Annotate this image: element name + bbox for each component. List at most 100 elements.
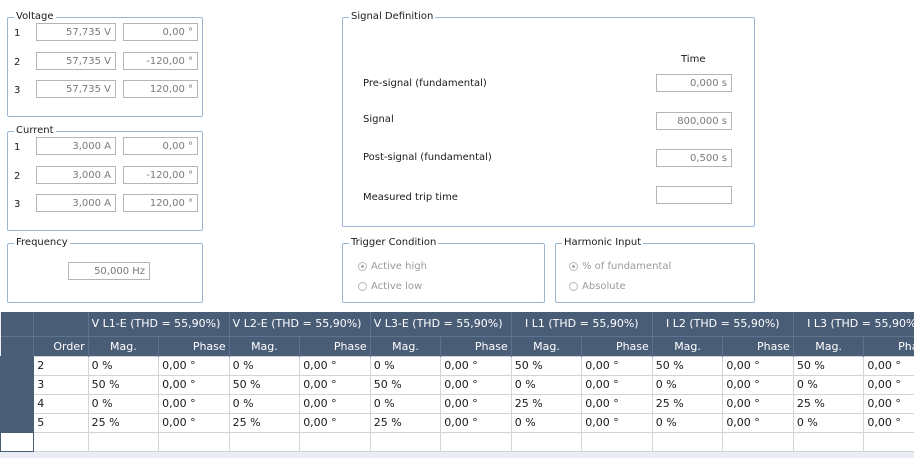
phase-column-header[interactable]: Phase [158, 335, 230, 356]
magnitude-cell[interactable]: 0 % [651, 412, 724, 433]
phase-cell[interactable]: 0,00 ° [299, 374, 371, 395]
magnitude-cell[interactable]: 0 % [228, 393, 301, 414]
row-selector[interactable] [0, 412, 35, 433]
mag-column-header[interactable]: Mag. [370, 335, 442, 356]
magnitude-cell[interactable]: 0 % [651, 374, 724, 395]
pre-signal-time-field[interactable]: 0,000 s [656, 74, 732, 92]
magnitude-cell[interactable]: 25 % [510, 393, 583, 414]
phase-column-header[interactable]: Phase [722, 335, 794, 356]
current-1-magnitude-field[interactable]: 3,000 A [36, 137, 116, 155]
magnitude-cell[interactable]: 50 % [228, 374, 301, 395]
order-cell[interactable]: 5 [33, 412, 89, 433]
new-row-selector[interactable]: ▶ [0, 431, 35, 452]
post-signal-time-field[interactable]: 0,500 s [656, 149, 732, 167]
frequency-field[interactable]: 50,000 Hz [68, 262, 150, 280]
phase-cell[interactable]: 0,00 ° [440, 374, 512, 395]
magnitude-cell[interactable]: 0 % [369, 393, 442, 414]
magnitude-cell[interactable]: 25 % [87, 412, 160, 433]
table-row[interactable]: 3 50 % 0,00 ° 50 % 0,00 ° 50 % 0,00 ° 0 % 0,00 °… [0, 374, 914, 395]
mag-column-header[interactable]: Mag. [229, 335, 301, 356]
order-column-header[interactable]: Order [33, 335, 89, 356]
phase-cell[interactable]: 0,00 ° [863, 393, 914, 414]
mag-column-header[interactable]: Mag. [652, 335, 724, 356]
empty-cell[interactable] [863, 431, 914, 452]
row-selector[interactable] [0, 393, 35, 414]
phase-cell[interactable]: 0,00 ° [722, 374, 794, 395]
phase-cell[interactable]: 0,00 ° [158, 374, 230, 395]
magnitude-cell[interactable]: 25 % [651, 393, 724, 414]
phase-cell[interactable]: 0,00 ° [863, 412, 914, 433]
empty-cell[interactable] [792, 431, 865, 452]
magnitude-cell[interactable]: 0 % [792, 374, 865, 395]
empty-cell[interactable] [722, 431, 794, 452]
measured-trip-time-field[interactable] [656, 186, 732, 204]
phase-cell[interactable]: 0,00 ° [863, 355, 914, 376]
phase-cell[interactable]: 0,00 ° [722, 412, 794, 433]
magnitude-cell[interactable]: 0 % [510, 412, 583, 433]
voltage-2-magnitude-field[interactable]: 57,735 V [36, 52, 116, 70]
empty-cell[interactable] [299, 431, 371, 452]
new-row[interactable]: ▶ [0, 431, 914, 452]
current-2-magnitude-field[interactable]: 3,000 A [36, 166, 116, 184]
table-row[interactable]: 5 25 % 0,00 ° 25 % 0,00 ° 25 % 0,00 ° 0 % 0,00 °… [0, 412, 914, 433]
empty-cell[interactable] [369, 431, 442, 452]
phase-cell[interactable]: 0,00 ° [158, 412, 230, 433]
trigger-active-low-radio[interactable]: Active low [358, 281, 422, 292]
table-row[interactable]: 40 % 0,00 ° 0 % 0,00 ° 0 % 0,00 ° 25 % 0,00 ° 25… [0, 393, 914, 414]
phase-column-header[interactable]: Phase [440, 335, 512, 356]
current-3-magnitude-field[interactable]: 3,000 A [36, 194, 116, 212]
magnitude-cell[interactable]: 50 % [87, 374, 160, 395]
phase-cell[interactable]: 0,00 ° [440, 355, 512, 376]
magnitude-cell[interactable]: 25 % [792, 393, 865, 414]
magnitude-cell[interactable]: 50 % [792, 355, 865, 376]
harmonic-absolute-radio[interactable]: Absolute [569, 281, 626, 292]
empty-cell[interactable] [87, 431, 160, 452]
empty-cell[interactable] [440, 431, 512, 452]
phase-cell[interactable]: 0,00 ° [581, 393, 653, 414]
magnitude-cell[interactable]: 0 % [369, 355, 442, 376]
phase-column-header[interactable]: Phase [581, 335, 653, 356]
phase-column-header[interactable]: Phase [299, 335, 371, 356]
empty-cell[interactable] [228, 431, 301, 452]
phase-column-header[interactable]: Phase [863, 335, 914, 356]
magnitude-cell[interactable]: 25 % [228, 412, 301, 433]
phase-cell[interactable]: 0,00 ° [158, 355, 230, 376]
phase-cell[interactable]: 0,00 ° [581, 374, 653, 395]
empty-cell[interactable] [651, 431, 724, 452]
magnitude-cell[interactable]: 0 % [87, 393, 160, 414]
phase-cell[interactable]: 0,00 ° [299, 412, 371, 433]
voltage-1-magnitude-field[interactable]: 57,735 V [36, 23, 116, 41]
magnitude-cell[interactable]: 0 % [87, 355, 160, 376]
magnitude-cell[interactable]: 25 % [369, 412, 442, 433]
empty-cell[interactable] [581, 431, 653, 452]
phase-cell[interactable]: 0,00 ° [299, 393, 371, 414]
phase-cell[interactable]: 0,00 ° [299, 355, 371, 376]
magnitude-cell[interactable]: 0 % [228, 355, 301, 376]
phase-cell[interactable]: 0,00 ° [722, 355, 794, 376]
magnitude-cell[interactable]: 50 % [510, 355, 583, 376]
magnitude-cell[interactable]: 0 % [510, 374, 583, 395]
table-row[interactable]: 20 % 0,00 ° 0 % 0,00 ° 0 % 0,00 ° 50 % 0,00 ° 50… [0, 355, 914, 376]
phase-cell[interactable]: 0,00 ° [440, 412, 512, 433]
phase-cell[interactable]: 0,00 ° [440, 393, 512, 414]
voltage-1-angle-field[interactable]: 0,00 ° [123, 23, 198, 41]
mag-column-header[interactable]: Mag. [793, 335, 865, 356]
trigger-active-high-radio[interactable]: Active high [358, 261, 427, 272]
empty-cell[interactable] [510, 431, 583, 452]
phase-cell[interactable]: 0,00 ° [863, 374, 914, 395]
phase-cell[interactable]: 0,00 ° [581, 355, 653, 376]
magnitude-cell[interactable]: 50 % [369, 374, 442, 395]
mag-column-header[interactable]: Mag. [511, 335, 583, 356]
order-cell[interactable]: 2 [33, 355, 89, 376]
mag-column-header[interactable]: Mag. [88, 335, 160, 356]
voltage-2-angle-field[interactable]: -120,00 ° [123, 52, 198, 70]
harmonic-percent-radio[interactable]: % of fundamental [569, 261, 671, 272]
row-selector[interactable] [0, 374, 35, 395]
current-2-angle-field[interactable]: -120,00 ° [123, 166, 198, 184]
empty-cell[interactable] [158, 431, 230, 452]
current-3-angle-field[interactable]: 120,00 ° [123, 194, 198, 212]
phase-cell[interactable]: 0,00 ° [722, 393, 794, 414]
phase-cell[interactable]: 0,00 ° [158, 393, 230, 414]
signal-time-field[interactable]: 800,000 s [656, 112, 732, 130]
magnitude-cell[interactable]: 0 % [792, 412, 865, 433]
